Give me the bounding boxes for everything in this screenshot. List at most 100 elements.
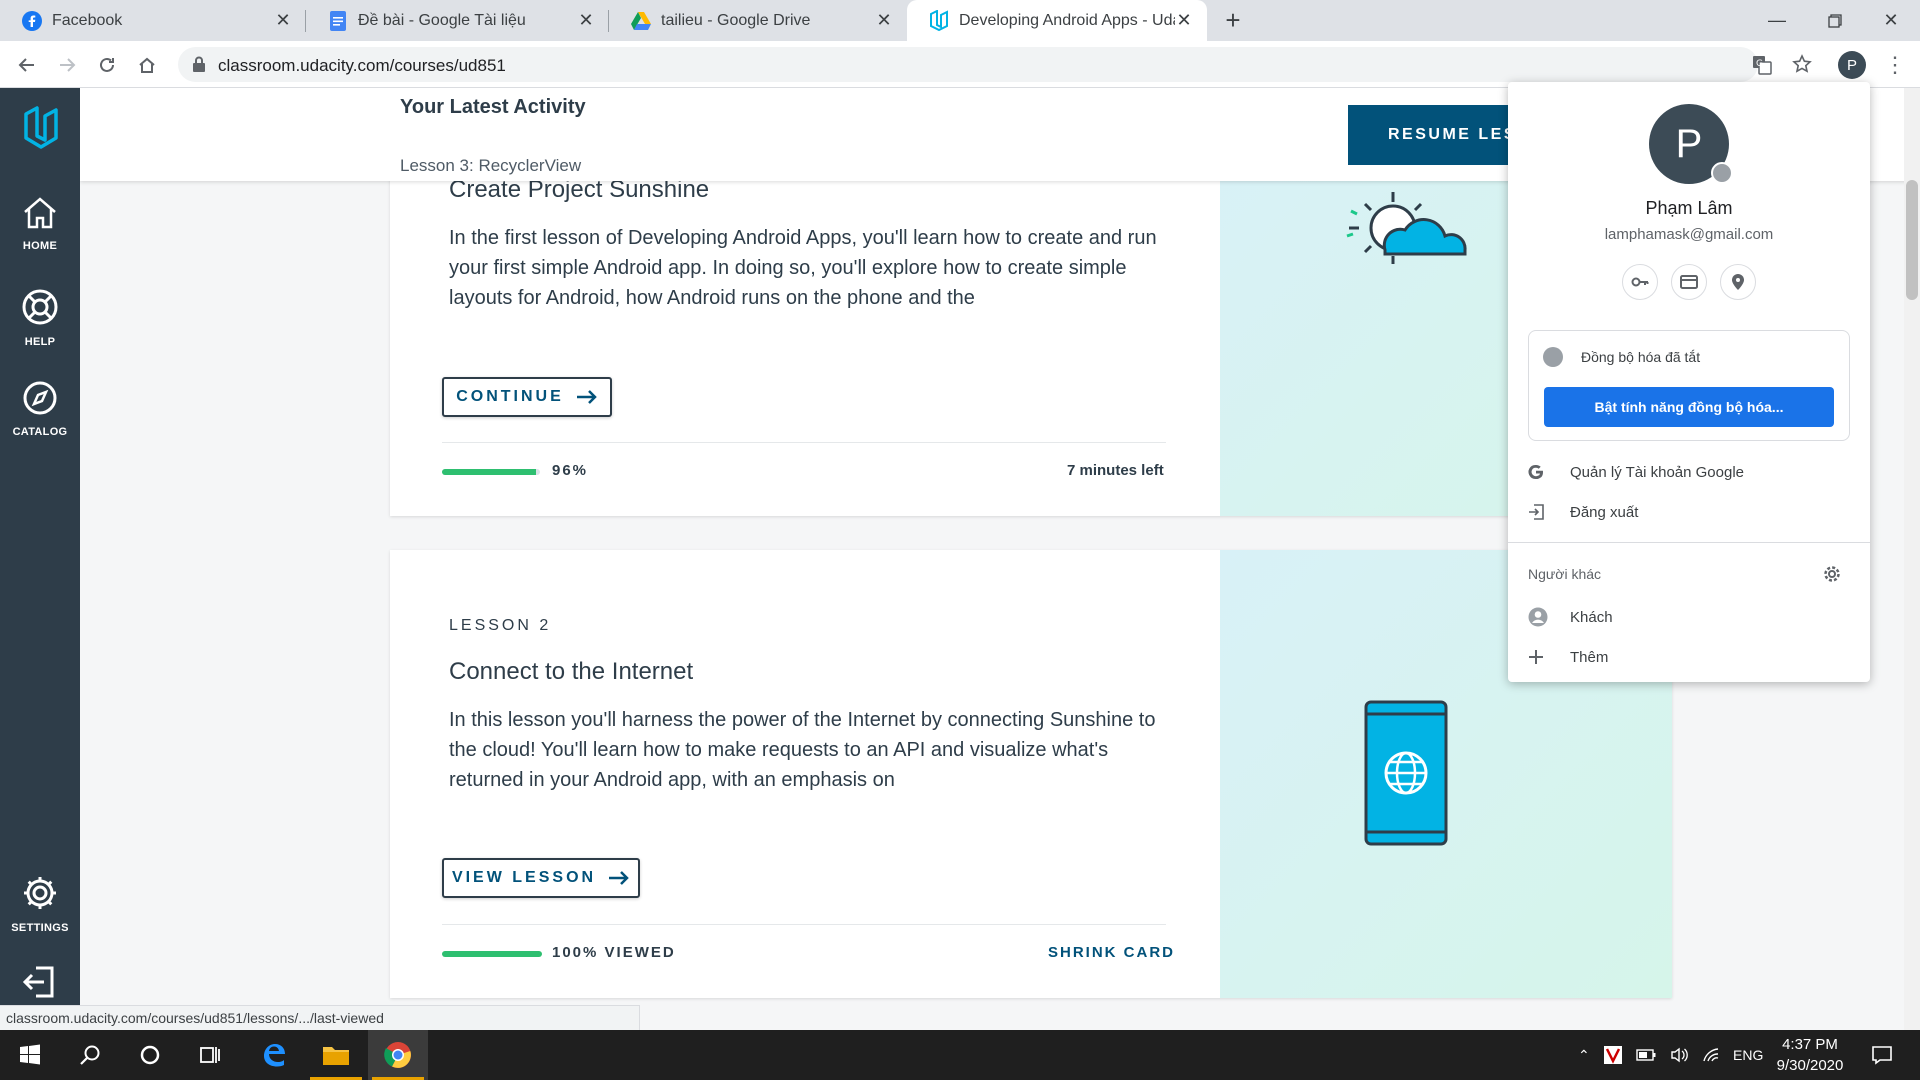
- divider: [1508, 542, 1870, 543]
- manage-people-gear-icon[interactable]: [1822, 564, 1842, 584]
- action-center-button[interactable]: [1852, 1030, 1912, 1080]
- scrollbar-thumb[interactable]: [1906, 180, 1918, 300]
- search-button[interactable]: [60, 1030, 120, 1080]
- sign-out-label: Đăng xuất: [1570, 503, 1639, 521]
- tab-google-docs[interactable]: Đề bài - Google Tài liệu ✕: [306, 0, 609, 41]
- cortana-circle-icon: [140, 1045, 160, 1065]
- restore-button[interactable]: [1806, 0, 1864, 41]
- translate-icon[interactable]: G: [1750, 53, 1774, 77]
- battery-icon[interactable]: [1636, 1049, 1656, 1061]
- shrink-card-link[interactable]: SHRINK CARD: [1048, 944, 1175, 961]
- volume-icon[interactable]: [1670, 1047, 1688, 1063]
- close-tab-icon[interactable]: ✕: [875, 10, 893, 31]
- file-explorer-app[interactable]: [306, 1030, 366, 1080]
- close-tab-icon[interactable]: ✕: [274, 10, 292, 31]
- passwords-button[interactable]: [1622, 264, 1658, 300]
- tab-facebook[interactable]: Facebook ✕: [0, 0, 306, 41]
- logout-icon: [22, 966, 54, 998]
- tab-title: Đề bài - Google Tài liệu: [358, 11, 526, 29]
- bookmark-star-icon[interactable]: [1790, 52, 1814, 76]
- edge-icon: [264, 1044, 285, 1067]
- turn-on-sync-button[interactable]: Bật tính năng đồng bộ hóa...: [1544, 387, 1834, 427]
- view-lesson-button[interactable]: VIEW LESSON: [442, 858, 640, 898]
- back-button[interactable]: [12, 50, 42, 80]
- guest-avatar-icon: [1528, 607, 1548, 627]
- wifi-icon[interactable]: [1702, 1047, 1720, 1063]
- sync-panel: Đồng bộ hóa đã tắt Bật tính năng đồng bộ…: [1528, 330, 1850, 441]
- input-language[interactable]: ENG: [1733, 1030, 1763, 1080]
- manage-google-account[interactable]: Quản lý Tài khoản Google: [1508, 455, 1870, 489]
- chrome-menu-icon[interactable]: ⋮: [1884, 50, 1906, 80]
- lifebuoy-icon: [22, 289, 58, 325]
- sidebar-item-catalog[interactable]: CATALOG: [0, 380, 80, 440]
- antivirus-icon[interactable]: [1603, 1046, 1622, 1064]
- udacity-sidebar: HOME HELP CATALOG SETTINGS: [0, 88, 80, 1030]
- tab-udacity[interactable]: Developing Android Apps - Udac ✕: [907, 0, 1207, 41]
- forward-button[interactable]: [52, 50, 82, 80]
- payment-methods-button[interactable]: [1671, 264, 1707, 300]
- lesson-description: In the first lesson of Developing Androi…: [449, 227, 1157, 309]
- continue-label: CONTINUE: [456, 388, 564, 405]
- sidebar-item-settings[interactable]: SETTINGS: [0, 874, 80, 936]
- close-window-button[interactable]: ✕: [1862, 0, 1920, 41]
- chevron-up-icon[interactable]: ⌃: [1578, 1047, 1590, 1064]
- back-arrow-icon: [18, 58, 34, 72]
- google-drive-icon: [631, 11, 651, 31]
- udacity-logo[interactable]: [22, 106, 64, 152]
- sidebar-item-help[interactable]: HELP: [0, 288, 80, 350]
- arrow-right-icon: [609, 871, 629, 885]
- lesson-title: Connect to the Internet: [449, 658, 694, 685]
- credit-card-icon: [1680, 275, 1698, 289]
- guest-label: Khách: [1570, 608, 1613, 626]
- tab-strip: Facebook ✕ Đề bài - Google Tài liệu ✕ ta…: [0, 0, 1920, 41]
- other-people-heading: Người khác: [1528, 566, 1602, 582]
- home-button[interactable]: [132, 50, 162, 80]
- home-icon: [139, 57, 155, 73]
- view-lesson-label: VIEW LESSON: [451, 869, 597, 886]
- chrome-app[interactable]: [368, 1030, 428, 1080]
- manage-account-label: Quản lý Tài khoản Google: [1570, 463, 1745, 481]
- lock-icon: [193, 56, 205, 72]
- add-profile[interactable]: Thêm: [1508, 640, 1870, 674]
- windows-logo-icon: [20, 1044, 40, 1065]
- guest-profile[interactable]: Khách: [1508, 600, 1870, 634]
- continue-button[interactable]: CONTINUE: [442, 377, 612, 417]
- task-view-button[interactable]: [180, 1030, 240, 1080]
- forward-arrow-icon: [60, 58, 76, 72]
- sync-paused-badge: [1711, 162, 1733, 184]
- close-tab-icon[interactable]: ✕: [577, 10, 595, 31]
- reload-button[interactable]: [92, 50, 122, 80]
- sun-cloud-icon: [1346, 192, 1467, 264]
- system-tray: ⌃: [1578, 1030, 1748, 1080]
- profile-button[interactable]: P: [1838, 51, 1866, 79]
- google-g-icon: [1528, 464, 1543, 480]
- clock[interactable]: 4:37 PM 9/30/2020: [1760, 1034, 1860, 1076]
- sign-out[interactable]: Đăng xuất: [1508, 495, 1870, 529]
- progress-fill: [442, 951, 542, 957]
- tab-title: Facebook: [52, 11, 123, 29]
- progress-fill: [442, 469, 537, 475]
- profile-email: lamphamask@gmail.com: [1604, 226, 1774, 243]
- activity-subtitle: Lesson 3: RecyclerView: [400, 156, 582, 175]
- logout-button[interactable]: [0, 964, 80, 1006]
- addresses-button[interactable]: [1720, 264, 1756, 300]
- sidebar-item-label: SETTINGS: [11, 922, 69, 934]
- facebook-icon: [22, 10, 42, 31]
- close-tab-icon[interactable]: ✕: [1175, 10, 1193, 31]
- cortana-button[interactable]: [120, 1030, 180, 1080]
- edge-app[interactable]: [244, 1030, 304, 1080]
- start-button[interactable]: [0, 1030, 60, 1080]
- address-bar[interactable]: classroom.udacity.com/courses/ud851: [178, 47, 1758, 82]
- activity-title: Your Latest Activity: [400, 96, 586, 118]
- sidebar-item-label: HOME: [22, 240, 58, 252]
- task-view-icon: [200, 1047, 220, 1063]
- minimize-button[interactable]: —: [1748, 0, 1806, 41]
- compass-icon: [23, 381, 57, 415]
- tab-google-drive[interactable]: tailieu - Google Drive ✕: [609, 0, 907, 41]
- chrome-icon: [384, 1042, 411, 1068]
- sidebar-item-home[interactable]: HOME: [0, 196, 80, 254]
- profile-menu: P Phạm Lâm lamphamask@gmail.com Đồng bộ …: [1508, 82, 1870, 682]
- windows-taskbar: ⌃ ENG 4:37 PM 9/30/2020: [0, 1030, 1920, 1080]
- plus-icon: [1529, 650, 1543, 664]
- new-tab-button[interactable]: +: [1218, 6, 1248, 36]
